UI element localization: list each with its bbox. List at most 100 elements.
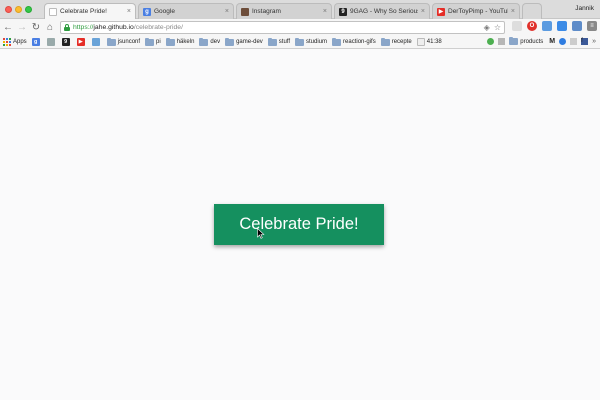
- messenger-icon[interactable]: [559, 38, 567, 45]
- tab-title: 9GAG - Why So Serious?: [350, 8, 418, 15]
- tab-google[interactable]: g Google ×: [138, 3, 234, 19]
- star-icon[interactable]: ☆: [494, 23, 501, 32]
- bookmark-folder-game-dev[interactable]: game-dev: [225, 37, 263, 46]
- extension-icons: O ≡: [512, 21, 597, 31]
- tab-instagram[interactable]: Instagram ×: [236, 3, 332, 19]
- bookmark-folder-studium[interactable]: studium: [295, 37, 328, 46]
- bookmark-folder-reaction-gifs[interactable]: reaction-gifs: [332, 37, 376, 46]
- folder-icon: [267, 37, 277, 46]
- tab-9gag[interactable]: 9 9GAG - Why So Serious? ×: [334, 3, 430, 19]
- tab-celebrate-pride[interactable]: Celebrate Pride! ×: [44, 3, 136, 19]
- forward-arrow-icon[interactable]: →: [16, 22, 28, 34]
- folder-icon: [295, 37, 305, 46]
- folder-icon: [145, 37, 155, 46]
- bookmark-label: jsunconf: [117, 39, 141, 45]
- extension-icon[interactable]: [498, 38, 506, 45]
- bookmark-label: pi: [156, 39, 161, 45]
- close-icon[interactable]: ×: [323, 8, 327, 15]
- bookmarks-bar: Apps g 9 ▶ jsunconf pi häkeln dev game-d…: [0, 36, 600, 49]
- reload-icon[interactable]: ↻: [30, 22, 42, 34]
- folder-icon: [165, 37, 175, 46]
- bookmark-google[interactable]: g: [31, 38, 42, 46]
- extension-icon[interactable]: [542, 21, 552, 31]
- google-icon: g: [31, 38, 40, 46]
- medium-icon[interactable]: M: [549, 38, 555, 45]
- page-icon: [49, 7, 57, 16]
- tab-title: Celebrate Pride!: [60, 8, 107, 15]
- leaf-icon[interactable]: [487, 38, 495, 45]
- bookmark-pocket[interactable]: [46, 38, 57, 46]
- url-host: jahe.github.io: [93, 24, 134, 31]
- browser-toolbar: ← → ↻ ⌂ https:// jahe.github.io /celebra…: [0, 19, 600, 36]
- bookmark-label: studium: [306, 39, 328, 45]
- instagram-icon: [241, 7, 249, 16]
- bookmark-folder-jsunconf[interactable]: jsunconf: [106, 37, 141, 46]
- folder-icon: [380, 37, 390, 46]
- image-icon: [91, 38, 100, 46]
- bookmark-folder[interactable]: [91, 38, 102, 46]
- tab-title: Instagram: [252, 8, 281, 15]
- bookmark-label: stuff: [278, 39, 291, 45]
- extension-icon[interactable]: [570, 38, 578, 45]
- maximize-window-button[interactable]: [25, 6, 32, 13]
- close-icon[interactable]: ×: [127, 8, 131, 15]
- address-bar[interactable]: https:// jahe.github.io /celebrate-pride…: [60, 21, 505, 34]
- pocket-icon: [46, 38, 55, 46]
- chevron-right-icon[interactable]: »: [592, 38, 596, 45]
- close-icon[interactable]: ×: [225, 8, 229, 15]
- celebrate-pride-button[interactable]: Celebrate Pride!: [214, 204, 384, 245]
- folder-icon: [332, 37, 342, 46]
- bookmark-9gag[interactable]: 9: [61, 38, 72, 46]
- bookmark-label: häkeln: [176, 39, 195, 45]
- bookmark-label: products: [520, 38, 544, 45]
- tab-title: DerToyPimp - YouTube: [448, 8, 508, 15]
- bookmark-label: reaction-gifs: [343, 39, 376, 45]
- bookmark-youtube[interactable]: ▶: [76, 38, 87, 46]
- bookmark-apps[interactable]: Apps: [3, 38, 27, 46]
- profile-name[interactable]: Jannik: [575, 5, 594, 12]
- tab-title: Google: [154, 8, 175, 15]
- bookmark-time[interactable]: 41:38: [416, 38, 442, 46]
- url-scheme: https://: [73, 24, 94, 31]
- 9gag-icon: 9: [61, 38, 70, 46]
- youtube-icon: ▶: [437, 7, 445, 16]
- folder-icon: [225, 37, 235, 46]
- page-viewport: Celebrate Pride!: [0, 50, 600, 400]
- folder-icon: [199, 37, 209, 46]
- bookmark-folder-stuff[interactable]: stuff: [267, 37, 291, 46]
- lock-icon[interactable]: [64, 24, 70, 31]
- shield-icon[interactable]: ◈: [484, 23, 490, 32]
- bookmark-folder-haekeln[interactable]: häkeln: [165, 37, 195, 46]
- bookmark-folder-dev[interactable]: dev: [199, 37, 221, 46]
- page-icon: [416, 38, 425, 46]
- back-arrow-icon[interactable]: ←: [2, 22, 14, 34]
- home-icon[interactable]: ⌂: [44, 22, 56, 34]
- opera-icon[interactable]: O: [527, 21, 537, 31]
- youtube-icon: ▶: [76, 38, 85, 46]
- facebook-icon[interactable]: f: [581, 38, 589, 45]
- close-icon[interactable]: ×: [421, 8, 425, 15]
- minimize-window-button[interactable]: [15, 6, 22, 13]
- bookmark-folder-pi[interactable]: pi: [145, 37, 161, 46]
- url-path: /celebrate-pride/: [133, 24, 183, 31]
- google-icon: g: [143, 7, 151, 16]
- bookmark-label: recepte: [391, 39, 412, 45]
- extension-icon[interactable]: [512, 21, 522, 31]
- bookmark-label: game-dev: [236, 39, 263, 45]
- bookmark-label: dev: [210, 39, 221, 45]
- bookmark-label: Apps: [13, 39, 27, 45]
- bookmark-folder-products[interactable]: products: [509, 37, 544, 45]
- new-tab-button[interactable]: [522, 3, 542, 19]
- 9gag-icon: 9: [339, 7, 347, 16]
- bookmark-folder-recepte[interactable]: recepte: [380, 37, 412, 46]
- close-icon[interactable]: ×: [511, 8, 515, 15]
- extension-icon[interactable]: [557, 21, 567, 31]
- folder-icon: [106, 37, 116, 46]
- apps-icon: [3, 38, 11, 46]
- extension-icon[interactable]: [572, 21, 582, 31]
- tab-youtube[interactable]: ▶ DerToyPimp - YouTube ×: [432, 3, 520, 19]
- menu-icon[interactable]: ≡: [587, 21, 597, 31]
- close-window-button[interactable]: [5, 6, 12, 13]
- tab-strip: Celebrate Pride! × g Google × Instagram …: [0, 0, 600, 19]
- mouse-cursor-icon: [257, 228, 265, 239]
